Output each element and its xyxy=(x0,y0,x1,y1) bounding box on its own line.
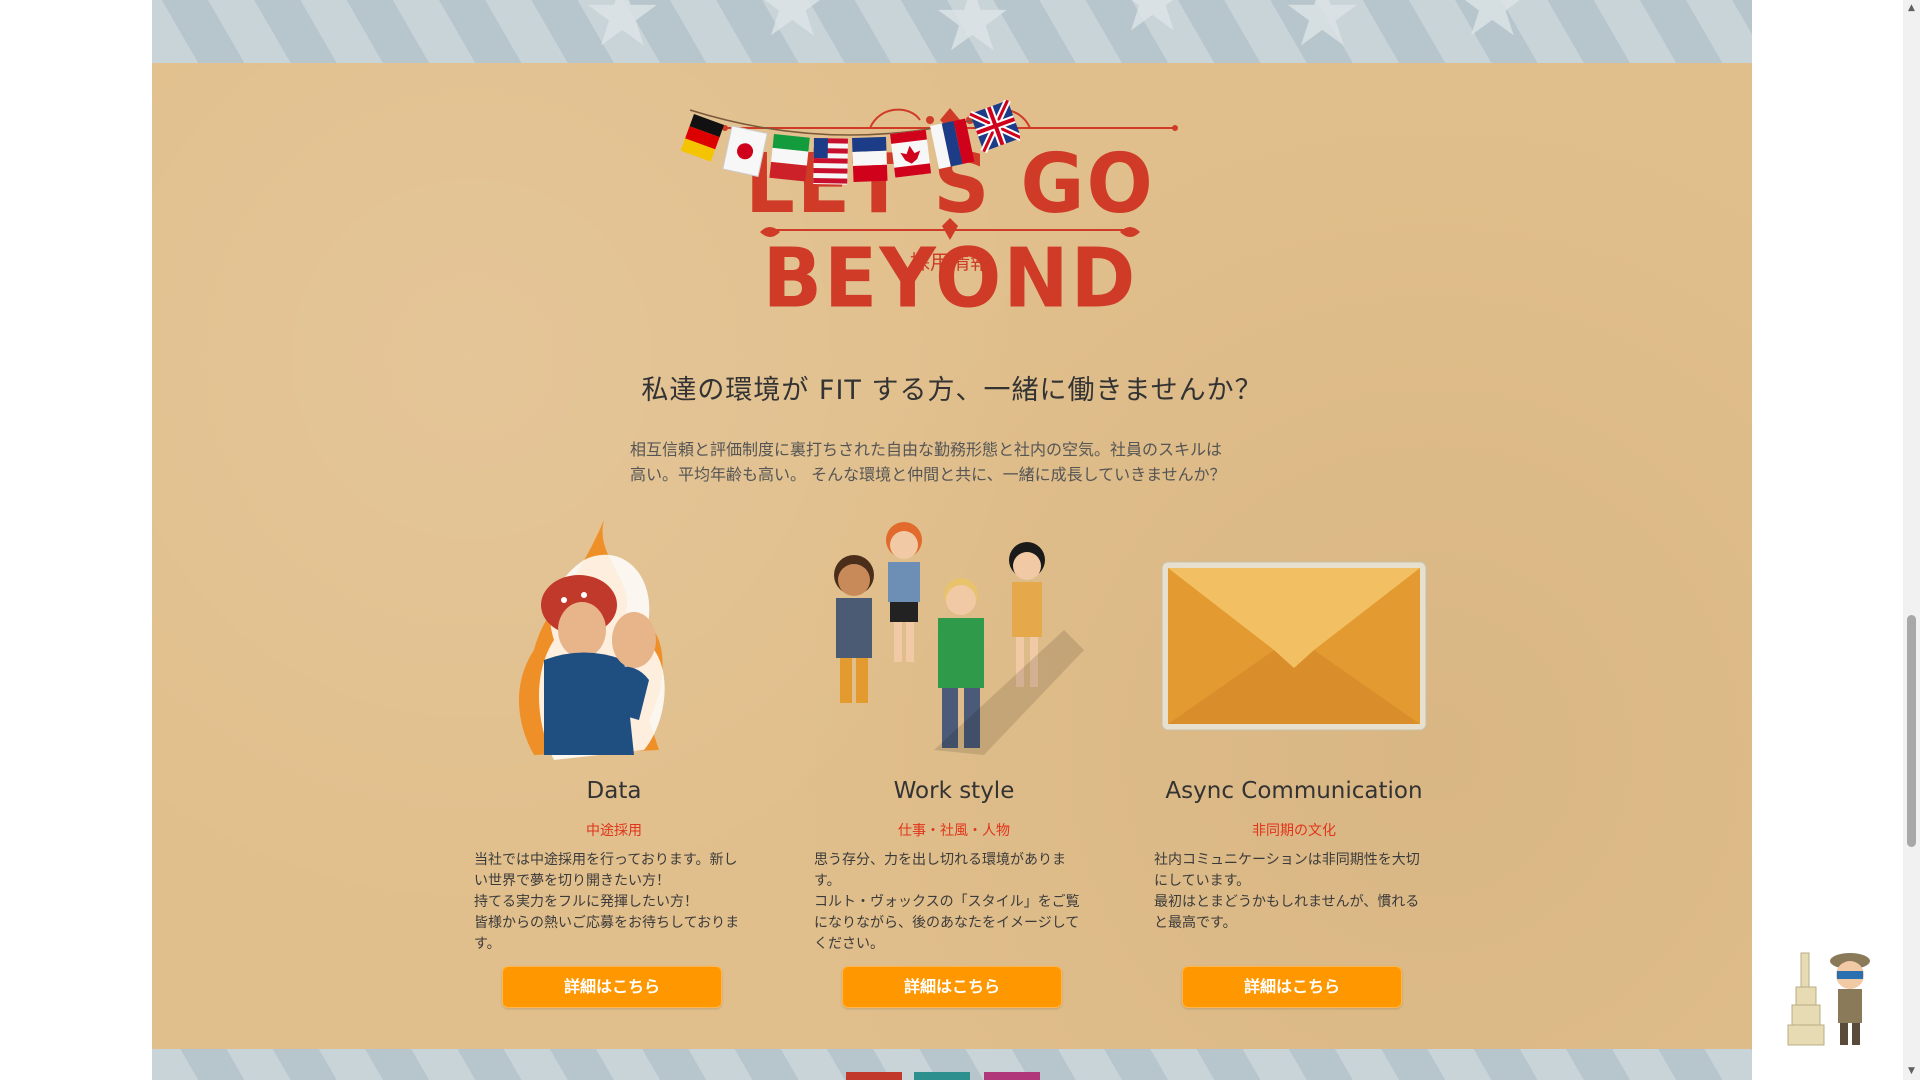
card-subtitle: 中途採用 xyxy=(586,823,642,839)
description-line: す。 xyxy=(814,873,841,889)
description-line: す。 xyxy=(474,936,501,952)
bottom-decorative-band xyxy=(152,1049,1752,1080)
details-button[interactable]: 詳細はこちら xyxy=(502,966,722,1008)
lets-go-beyond-logo: LET'S GO BEYOND 採用情報 xyxy=(680,100,1220,350)
details-button[interactable]: 詳細はこちら xyxy=(1182,966,1402,1008)
scroll-up-arrow-icon[interactable]: ▲ xyxy=(1903,0,1920,17)
description-line: 当社では中途採用を行っております。新し xyxy=(474,852,738,868)
details-button[interactable]: 詳細はこちら xyxy=(842,966,1062,1008)
star-icon: ★ xyxy=(752,0,833,57)
top-decorative-band: ★ ★ ★ ★ ★ ★ xyxy=(152,0,1752,63)
description-line: になりながら、後のあなたをイメージして xyxy=(814,915,1080,931)
card-title: Async Communication xyxy=(1165,778,1423,804)
description-line: 最初はとまどうかもしれませんが、慣れる xyxy=(1154,894,1420,910)
card-subtitle: 非同期の文化 xyxy=(1252,823,1336,839)
description-line: にしています。 xyxy=(1154,873,1251,889)
color-chip xyxy=(914,1072,970,1080)
intro-line: 高い。平均年齢も高い。 そんな環境と仲間と共に、一緒に成長していきませんか？ xyxy=(630,465,1226,484)
card-title: Work style xyxy=(893,778,1015,804)
envelope-illustration xyxy=(1161,561,1427,731)
card-subtitle: 仕事・社風・人物 xyxy=(898,823,1010,839)
description-line: い世界で夢を切り開きたい方！ xyxy=(474,873,670,889)
color-chip xyxy=(846,1072,902,1080)
card-description: 社内コミュニケーションは非同期性を大切 にしています。 最初はとまどうかもしれま… xyxy=(1154,850,1424,934)
description-line: コルト・ヴォックスの「スタイル」をご覧 xyxy=(814,894,1080,910)
card-description: 思う存分、力を出し切れる環境がありま す。 コルト・ヴォックスの「スタイル」をご… xyxy=(814,850,1084,955)
card-description: 当社では中途採用を行っております。新し い世界で夢を切り開きたい方！ 持てる実力… xyxy=(474,850,744,955)
scrollbar-thumb[interactable] xyxy=(1907,615,1916,847)
vertical-scrollbar[interactable]: ▲ ▼ xyxy=(1903,0,1920,1080)
description-line: 持てる実力をフルに発揮したい方！ xyxy=(474,894,698,910)
intro-line: 相互信頼と評価制度に裏打ちされた自由な勤務形態と社内の空気。社員のスキルは xyxy=(630,440,1223,459)
scroll-down-arrow-icon[interactable]: ▼ xyxy=(1903,1063,1920,1080)
intro-text: 相互信頼と評価制度に裏打ちされた自由な勤務形態と社内の空気。社員のスキルは 高い… xyxy=(630,437,1290,487)
star-icon: ★ xyxy=(932,0,1013,63)
description-line: 皆様からの熱いご応募をお待ちしておりま xyxy=(474,915,740,931)
flag-bunting-icon xyxy=(680,100,1020,185)
star-icon: ★ xyxy=(582,0,663,63)
star-icon: ★ xyxy=(1112,0,1193,45)
star-icon: ★ xyxy=(1452,0,1533,57)
star-icon: ★ xyxy=(1282,0,1363,63)
color-chip xyxy=(984,1072,1040,1080)
explorer-mascot-icon[interactable] xyxy=(1780,945,1875,1050)
description-line: ください。 xyxy=(814,936,884,952)
description-line: と最高です。 xyxy=(1154,915,1237,931)
card-title: Data xyxy=(586,778,642,804)
logo-subtitle: 採用情報 xyxy=(910,250,990,274)
group-people-illustration xyxy=(834,522,1084,755)
rosie-worker-illustration xyxy=(519,520,665,760)
description-line: 社内コミュニケーションは非同期性を大切 xyxy=(1154,852,1420,868)
description-line: 思う存分、力を出し切れる環境がありま xyxy=(814,852,1066,868)
headline: 私達の環境が FIT する方、一緒に働きませんか？ xyxy=(641,375,1263,406)
